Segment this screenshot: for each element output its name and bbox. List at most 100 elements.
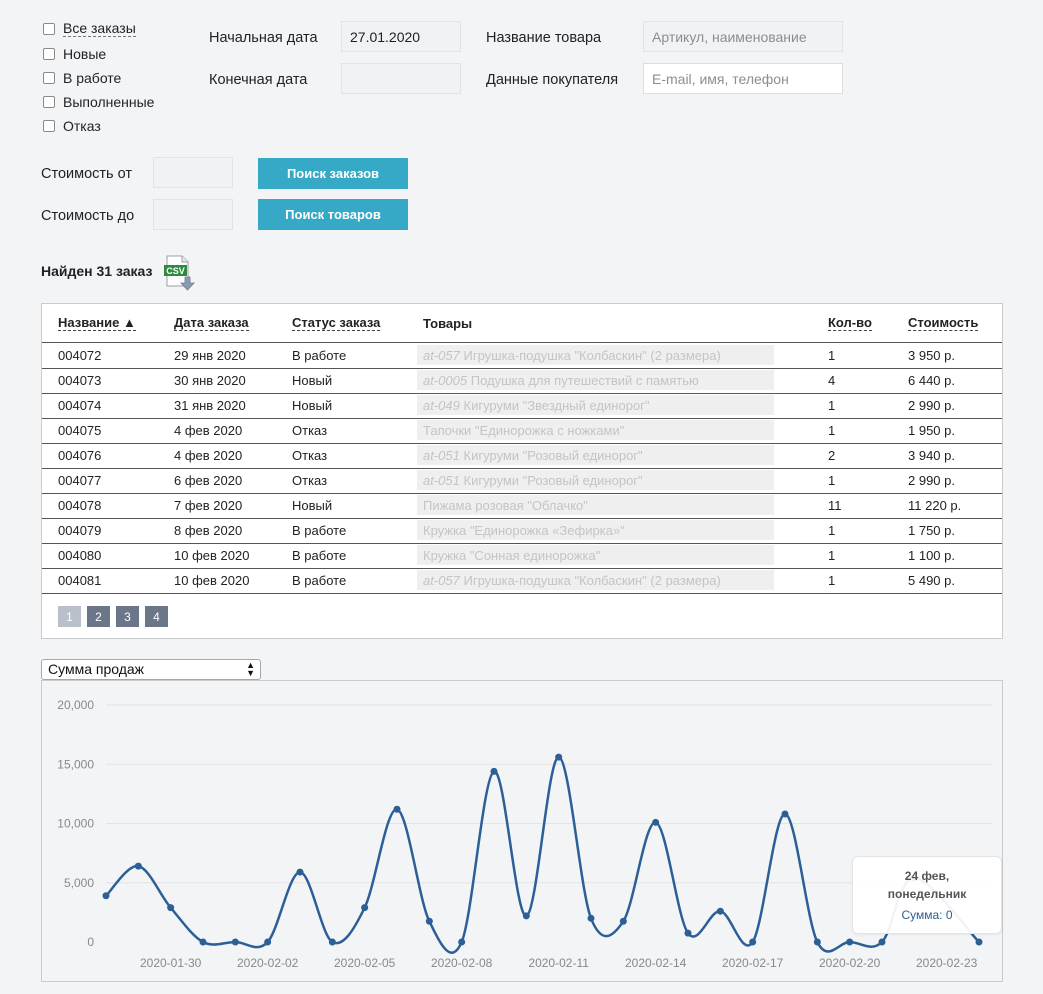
cell-cost: 2 990 р.: [908, 473, 955, 488]
table-row[interactable]: 004073 30 янв 2020 Новый 4 6 440 р. at-0005 П…: [42, 368, 1002, 394]
cell-order-date: 6 фев 2020: [174, 473, 243, 488]
page-button-2[interactable]: 2: [87, 606, 110, 627]
table-row[interactable]: 004076 4 фев 2020 Отказ 2 3 940 р. at-051 Киг…: [42, 443, 1002, 469]
status-inwork-checkbox-row[interactable]: В работе: [43, 70, 121, 86]
data-point: [781, 810, 789, 818]
cell-qty: 1: [828, 523, 836, 538]
csv-download-icon[interactable]: CSV: [163, 255, 197, 291]
page-button-3[interactable]: 3: [116, 606, 139, 627]
csv-icon-text: CSV: [166, 266, 185, 276]
cell-qty: 11: [828, 498, 842, 513]
col-header-cost[interactable]: Стоимость: [908, 316, 979, 331]
page-button-1[interactable]: 1: [58, 606, 81, 627]
data-point: [264, 938, 272, 946]
checkbox-rejected[interactable]: [43, 120, 55, 132]
data-point: [749, 938, 757, 946]
search-orders-button[interactable]: Поиск заказов: [258, 158, 408, 189]
cell-order-date: 31 янв 2020: [174, 398, 246, 413]
start-date-input[interactable]: [341, 21, 461, 52]
col-header-name[interactable]: Название ▲: [58, 316, 136, 331]
goods-title: Игрушка-подушка "Колбаскин" (2 размера): [463, 348, 721, 363]
cell-order-date: 10 фев 2020: [174, 573, 250, 588]
table-row[interactable]: 004078 7 фев 2020 Новый 11 11 220 р. Пижама р…: [42, 493, 1002, 519]
cell-goods: Пижама розовая "Облачко": [417, 495, 774, 515]
cell-order-status: Новый: [292, 498, 333, 513]
x-tick-label: 2020-02-05: [334, 956, 396, 970]
table-row[interactable]: 004074 31 янв 2020 Новый 1 2 990 р. at-049 Ки…: [42, 393, 1002, 419]
data-point: [652, 818, 660, 826]
col-header-status[interactable]: Статус заказа: [292, 316, 381, 331]
buyer-input[interactable]: [643, 63, 843, 94]
sales-chart-svg: 0 5,000 10,000 15,000 20,000 2020-01-30 2020-0…: [57, 698, 993, 970]
end-date-input[interactable]: [341, 63, 461, 94]
table-row[interactable]: 004080 10 фев 2020 В работе 1 1 100 р. Кружка…: [42, 543, 1002, 569]
cell-order-name: 004075: [58, 423, 102, 438]
x-tick-label: 2020-02-17: [722, 956, 784, 970]
cell-order-status: В работе: [292, 573, 347, 588]
data-point: [684, 929, 692, 937]
data-point: [813, 938, 821, 946]
cell-order-name: 004079: [58, 523, 102, 538]
cell-cost: 6 440 р.: [908, 373, 955, 388]
status-done-checkbox-row[interactable]: Выполненные: [43, 94, 154, 110]
page-button-4[interactable]: 4: [145, 606, 168, 627]
price-from-label: Стоимость от: [41, 166, 133, 182]
table-row[interactable]: 004081 10 фев 2020 В работе 1 5 490 р. at-057…: [42, 568, 1002, 594]
cell-cost: 2 990 р.: [908, 398, 955, 413]
goods-sku: at-051: [423, 473, 460, 488]
cell-order-name: 004077: [58, 473, 102, 488]
checkbox-inwork[interactable]: [43, 72, 55, 84]
data-point: [134, 862, 142, 870]
price-from-input[interactable]: [153, 157, 233, 188]
col-header-qty[interactable]: Кол-во: [828, 316, 872, 331]
checkbox-all-label: Все заказы: [63, 20, 136, 37]
x-tick-label: 2020-02-14: [625, 956, 687, 970]
x-tick-label: 2020-02-20: [819, 956, 881, 970]
status-all-checkbox-row[interactable]: Все заказы: [43, 20, 136, 37]
chart-tooltip: 24 фев, понедельник Сумма: 0: [852, 856, 1002, 934]
y-tick-label: 0: [87, 935, 94, 949]
cell-cost: 1 100 р.: [908, 548, 955, 563]
status-new-checkbox-row[interactable]: Новые: [43, 46, 106, 62]
series-line: [105, 755, 980, 954]
goods-sku: at-057: [423, 348, 460, 363]
cell-goods: at-057 Игрушка-подушка "Колбаскин" (2 ра…: [417, 570, 774, 590]
data-point: [619, 917, 627, 925]
cell-order-name: 004080: [58, 548, 102, 563]
y-tick-label: 5,000: [64, 876, 94, 890]
data-point: [393, 805, 401, 813]
cell-cost: 3 950 р.: [908, 348, 955, 363]
table-row[interactable]: 004075 4 фев 2020 Отказ 1 1 950 р. Тапочки "Е…: [42, 418, 1002, 444]
cell-order-status: В работе: [292, 348, 347, 363]
cell-order-name: 004076: [58, 448, 102, 463]
cell-cost: 1 750 р.: [908, 523, 955, 538]
status-rejected-checkbox-row[interactable]: Отказ: [43, 118, 101, 134]
table-row[interactable]: 004079 8 фев 2020 В работе 1 1 750 р. Кружка …: [42, 518, 1002, 544]
table-row[interactable]: 004077 6 фев 2020 Отказ 1 2 990 р. at-051 Киг…: [42, 468, 1002, 494]
cell-qty: 2: [828, 448, 836, 463]
x-tick-label: 2020-02-11: [528, 956, 589, 970]
data-point: [846, 938, 854, 946]
search-products-button[interactable]: Поиск товаров: [258, 199, 408, 230]
cell-goods: Тапочки "Единорожка с ножками": [417, 420, 774, 440]
tooltip-date: 24 фев,: [904, 869, 950, 883]
cell-order-status: В работе: [292, 548, 347, 563]
price-to-input[interactable]: [153, 199, 233, 230]
y-tick-label: 10,000: [57, 817, 94, 831]
cell-qty: 1: [828, 348, 836, 363]
cell-cost: 3 940 р.: [908, 448, 955, 463]
col-header-date[interactable]: Дата заказа: [174, 316, 249, 331]
checkbox-inwork-label: В работе: [63, 70, 122, 86]
checkbox-all[interactable]: [43, 22, 55, 35]
chart-metric-value: Сумма продаж: [48, 661, 145, 677]
cell-order-status: Отказ: [292, 473, 328, 488]
checkbox-done[interactable]: [43, 96, 55, 108]
cell-goods: at-0005 Подушка для путешествий с память…: [417, 370, 774, 390]
product-name-label: Название товара: [486, 30, 602, 46]
chart-metric-select[interactable]: Сумма продаж ▲ ▼: [41, 659, 261, 680]
product-name-input[interactable]: [643, 21, 843, 52]
cell-order-status: Новый: [292, 373, 333, 388]
table-row[interactable]: 004072 29 янв 2020 В работе 1 3 950 р. at-057…: [42, 343, 1002, 369]
checkbox-new[interactable]: [43, 48, 55, 60]
goods-sku: at-051: [423, 448, 460, 463]
